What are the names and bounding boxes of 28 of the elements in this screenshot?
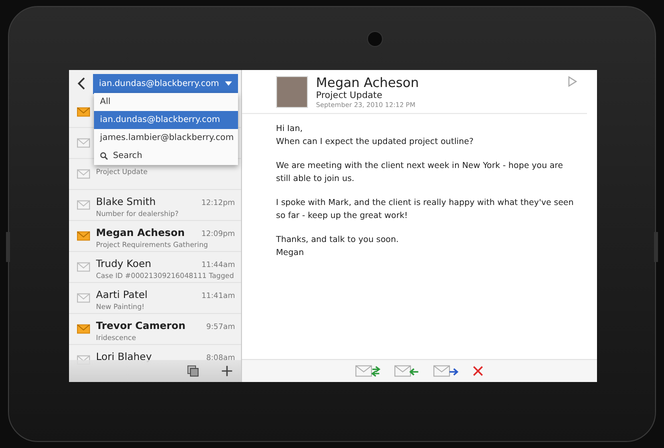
account-option[interactable]: james.lambier@blackberry.com — [94, 129, 238, 147]
sender-name: Blake Smith — [96, 197, 156, 208]
delete-icon[interactable] — [472, 365, 484, 377]
sender-name: Trudy Koen — [96, 259, 152, 270]
back-icon[interactable] — [77, 77, 86, 90]
account-option[interactable]: All — [94, 93, 238, 111]
email-paragraph: Thanks, and talk to you soon. Megan — [276, 233, 400, 259]
plus-icon[interactable] — [221, 365, 233, 377]
sender-name: Megan Acheson — [316, 76, 420, 91]
stacked-squares-icon[interactable] — [187, 365, 199, 377]
reply-icon[interactable] — [394, 364, 420, 378]
account-dropdown[interactable]: ian.dundas@blackberry.com — [93, 74, 238, 94]
email-paragraph: We are meeting with the client next week in New York - hope you are still able to join us. — [276, 159, 564, 185]
photo-placeholder — [276, 76, 308, 108]
forward-icon[interactable] — [433, 364, 459, 378]
search-option[interactable]: Search — [94, 147, 238, 165]
sender-name: Megan Acheson — [96, 228, 185, 239]
email-subject: Project Update — [316, 91, 384, 101]
email-paragraph: I spoke with Mark, and the client is really happy with what they've seen so far - keep up the great work! — [276, 196, 575, 222]
sender-name: Trevor Cameron — [96, 321, 186, 332]
reply-all-icon[interactable] — [355, 364, 381, 378]
camera-lens — [367, 31, 383, 47]
account-option[interactable]: ian.dundas@blackberry.com — [94, 111, 238, 129]
sender-name: Aarti Patel — [96, 290, 148, 301]
email-paragraph: Hi Ian, When can I expect the updated project outline? — [276, 122, 475, 148]
caret-icon — [225, 81, 232, 86]
sender-name: Lori Blahey — [96, 352, 152, 363]
search-icon — [100, 152, 108, 160]
